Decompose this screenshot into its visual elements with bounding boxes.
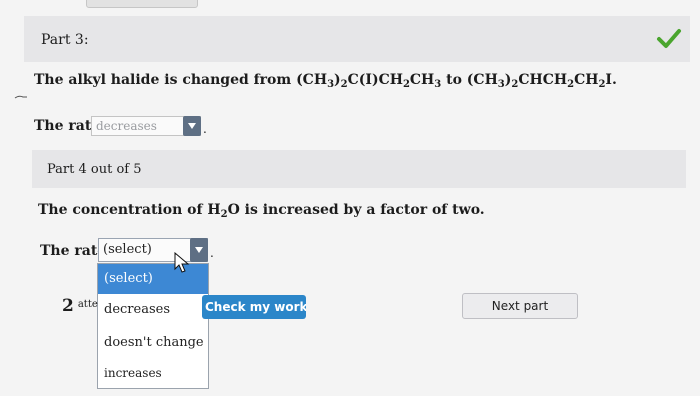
option-select[interactable]: (select) (98, 264, 208, 294)
option-decreases[interactable]: decreases (98, 302, 208, 317)
attempts-label: atte (77, 299, 98, 310)
margin-mark (14, 95, 27, 99)
part3-period: . (203, 122, 207, 136)
part3-statement: The alkyl halide is changed from (CH3)2C… (34, 72, 617, 90)
attempts-count: 2 (62, 296, 74, 316)
part3-rate-value: decreases (96, 119, 157, 133)
part4-rate-select[interactable]: (select) (98, 238, 208, 262)
part4-rate-value: (select) (103, 242, 152, 257)
mouse-cursor-icon (174, 252, 190, 273)
part3-header-bar (24, 16, 690, 62)
part4-title: Part 4 out of 5 (47, 162, 142, 177)
top-tab (86, 0, 198, 8)
part3-rate-select[interactable]: decreases (91, 116, 201, 136)
chevron-down-icon[interactable] (190, 238, 208, 262)
part4-statement: The concentration of H2O is increased by… (38, 202, 485, 220)
attempts-indicator: 2 atte (62, 296, 98, 316)
chevron-down-icon[interactable] (183, 116, 201, 136)
rate-dropdown-menu: (select) decreases doesn't change increa… (97, 263, 209, 389)
check-my-work-button[interactable]: Check my work (202, 295, 306, 319)
part4-period: . (210, 246, 214, 260)
option-doesnt-change[interactable]: doesn't change (98, 335, 208, 350)
checkmark-icon (657, 29, 681, 48)
part3-title: Part 3: (41, 32, 89, 48)
option-increases[interactable]: increases (98, 366, 208, 380)
next-part-button[interactable]: Next part (462, 293, 578, 319)
part4-rate-label: The rate (40, 243, 107, 259)
